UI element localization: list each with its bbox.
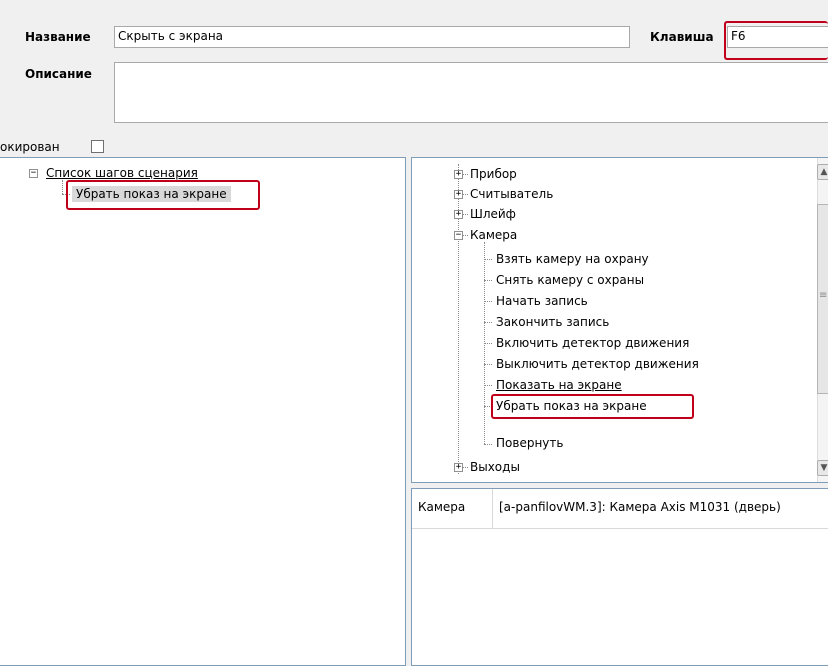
scroll-up-icon[interactable]: ▲	[817, 164, 828, 180]
camera-action-motion-on[interactable]: Включить детектор движения	[496, 335, 689, 351]
camera-action-disarm[interactable]: Снять камеру с охраны	[496, 272, 644, 288]
scenario-steps-root[interactable]: Список шагов сценария	[46, 165, 198, 181]
expand-icon[interactable]: +	[454, 210, 463, 219]
collapse-icon[interactable]: −	[454, 231, 463, 240]
blocked-checkbox[interactable]	[91, 140, 104, 153]
blocked-label: окирован	[0, 140, 60, 154]
property-value[interactable]: [a-panfilovWM.3]: Камера Axis M1031 (две…	[499, 499, 781, 515]
tree-item-outputs[interactable]: Выходы	[470, 459, 520, 475]
tree-item-reader[interactable]: Считыватель	[470, 186, 553, 202]
scenario-steps-panel: − Список шагов сценария Убрать показ на …	[0, 157, 406, 666]
property-key: Камера	[418, 500, 466, 514]
camera-action-motion-off[interactable]: Выключить детектор движения	[496, 356, 699, 372]
properties-panel: Камера [a-panfilovWM.3]: Камера Axis M10…	[411, 488, 828, 666]
collapse-icon[interactable]: −	[29, 169, 38, 178]
tree-item-camera[interactable]: Камера	[470, 227, 517, 243]
camera-action-hide-highlight	[491, 394, 694, 419]
name-field[interactable]: Скрыть с экрана	[114, 26, 630, 48]
camera-action-arm[interactable]: Взять камеру на охрану	[496, 251, 649, 267]
camera-action-rotate[interactable]: Повернуть	[496, 436, 563, 450]
tree-item-device[interactable]: Прибор	[470, 166, 517, 182]
actions-tree-panel: + Прибор + Считыватель + Шлейф − Камера …	[411, 157, 828, 483]
key-label: Клавиша	[650, 30, 714, 44]
expand-icon[interactable]: +	[454, 170, 463, 179]
description-field[interactable]	[114, 62, 828, 123]
scrollbar-grip-icon: ≡	[819, 290, 828, 301]
name-label: Название	[25, 30, 91, 44]
expand-icon[interactable]: +	[454, 463, 463, 472]
expand-icon[interactable]: +	[454, 190, 463, 199]
key-field-highlight	[724, 21, 828, 60]
camera-action-stop-record[interactable]: Закончить запись	[496, 314, 609, 330]
camera-action-start-record[interactable]: Начать запись	[496, 293, 588, 309]
camera-action-show[interactable]: Показать на экране	[496, 377, 622, 393]
description-label: Описание	[25, 67, 92, 81]
scenario-step-highlight	[66, 180, 260, 210]
tree-item-loop[interactable]: Шлейф	[470, 206, 516, 222]
scroll-down-icon[interactable]: ▼	[817, 460, 828, 476]
